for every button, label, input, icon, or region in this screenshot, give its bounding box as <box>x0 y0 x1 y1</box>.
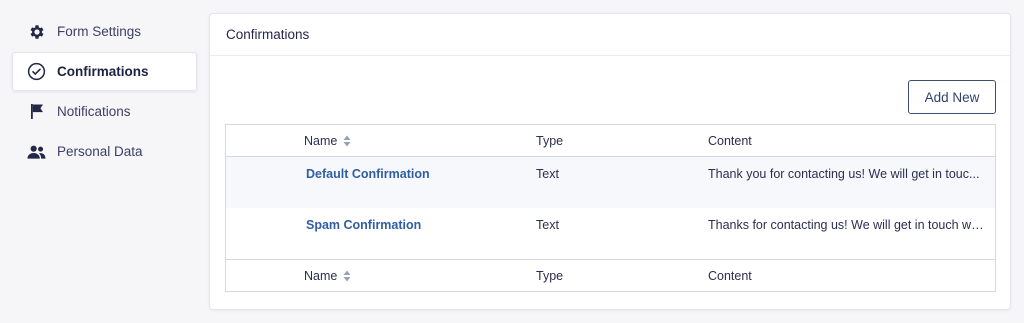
sidebar-item-personal-data[interactable]: Personal Data <box>12 132 197 171</box>
confirmation-content: Thank you for contacting us! We will get… <box>708 167 980 181</box>
confirmation-content: Thanks for contacting us! We will get in… <box>708 218 984 232</box>
users-icon <box>27 142 46 161</box>
sidebar-item-label: Form Settings <box>57 24 142 39</box>
name-column-header: Name <box>304 134 338 148</box>
name-column-sort[interactable]: Name <box>304 269 351 283</box>
sidebar-item-form-settings[interactable]: Form Settings <box>12 12 197 51</box>
sidebar-item-label: Personal Data <box>57 144 143 159</box>
sidebar-item-confirmations[interactable]: Confirmations <box>12 52 197 91</box>
flag-icon <box>27 102 46 121</box>
content-column-footer: Content <box>708 269 752 283</box>
confirmations-panel: Confirmations Add New Name Type Content … <box>209 13 1011 310</box>
table-row: Default Confirmation Text Thank you for … <box>226 157 995 208</box>
confirmation-name-link[interactable]: Spam Confirmation <box>306 218 421 232</box>
settings-sidebar: Form Settings Confirmations Notification… <box>12 12 197 172</box>
panel-title: Confirmations <box>210 14 1010 56</box>
type-column-header: Type <box>536 134 564 148</box>
sidebar-item-label: Confirmations <box>57 64 149 79</box>
sort-icon <box>343 270 351 282</box>
table-footer-row: Name Type Content <box>226 259 995 291</box>
sidebar-item-notifications[interactable]: Notifications <box>12 92 197 131</box>
gear-icon <box>27 22 46 41</box>
sidebar-item-label: Notifications <box>57 104 131 119</box>
name-column-sort[interactable]: Name <box>304 134 351 148</box>
check-circle-icon <box>27 62 46 81</box>
table-row: Spam Confirmation Text Thanks for contac… <box>226 208 995 259</box>
confirmations-table: Name Type Content Default Confirmation T… <box>225 124 996 292</box>
sort-icon <box>343 135 351 147</box>
content-column-header: Content <box>708 134 752 148</box>
add-new-button[interactable]: Add New <box>908 80 996 114</box>
type-column-footer: Type <box>536 269 564 283</box>
confirmation-type: Text <box>536 167 559 181</box>
table-header-row: Name Type Content <box>226 125 995 157</box>
confirmation-type: Text <box>536 218 559 232</box>
confirmation-name-link[interactable]: Default Confirmation <box>306 167 430 181</box>
name-column-footer: Name <box>304 269 338 283</box>
